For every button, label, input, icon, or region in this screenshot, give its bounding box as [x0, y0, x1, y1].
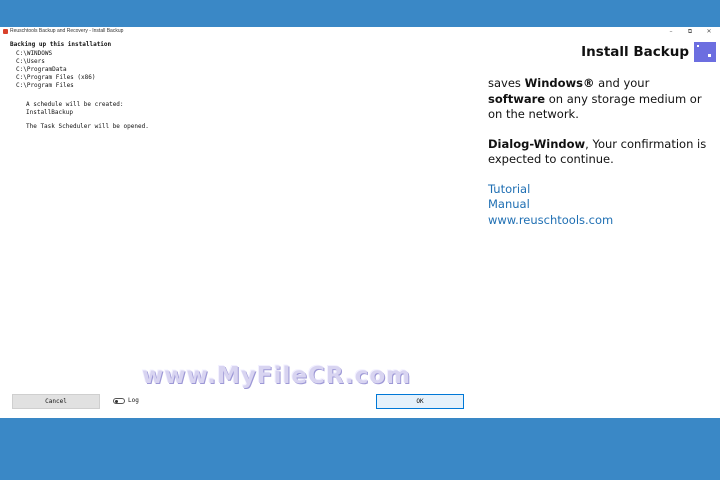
cancel-button[interactable]: Cancel — [12, 394, 100, 409]
path-item: C:\WINDOWS — [16, 50, 53, 57]
title-bar: Reuschtools Backup and Recovery - Instal… — [0, 27, 720, 37]
app-window: Reuschtools Backup and Recovery - Instal… — [0, 27, 720, 418]
description-saves: saves Windows® and your software on any … — [488, 76, 702, 121]
schedule-line: A schedule will be created: — [26, 101, 124, 108]
path-list: C:\WINDOWS C:\Users C:\ProgramData C:\Pr… — [16, 50, 470, 90]
website-link[interactable]: www.reuschtools.com — [488, 213, 710, 229]
app-icon — [3, 29, 8, 34]
close-icon[interactable]: ✕ — [702, 27, 716, 37]
manual-link[interactable]: Manual — [488, 197, 710, 213]
ok-button[interactable]: OK — [376, 394, 464, 409]
tutorial-link[interactable]: Tutorial — [488, 182, 710, 198]
log-toggle[interactable] — [113, 398, 125, 404]
backup-heading: Backing up this installation — [10, 41, 112, 48]
path-item: C:\Program Files (x86) — [16, 74, 96, 81]
backup-info-pane: Backing up this installation C:\WINDOWS … — [10, 41, 470, 131]
path-item: C:\Users — [16, 58, 45, 65]
description-pane: saves Windows® and your software on any … — [488, 76, 710, 228]
description-dialog: Dialog-Window, Your confirmation is expe… — [488, 136, 707, 167]
brand-logo-icon — [694, 42, 716, 62]
minimize-icon[interactable]: – — [664, 27, 678, 37]
window-title: Reuschtools Backup and Recovery - Instal… — [10, 28, 124, 34]
watermark: www.MyFileCR.com — [142, 363, 412, 389]
schedule-name: InstallBackup — [26, 109, 73, 116]
schedule-info: A schedule will be created: InstallBacku… — [26, 101, 470, 131]
path-item: C:\ProgramData — [16, 66, 67, 73]
path-item: C:\Program Files — [16, 82, 74, 89]
log-label: Log — [128, 397, 139, 404]
scheduler-note: The Task Scheduler will be opened. — [26, 123, 149, 130]
restore-icon[interactable]: ⧉ — [683, 27, 697, 37]
page-title: Install Backup — [581, 44, 689, 60]
